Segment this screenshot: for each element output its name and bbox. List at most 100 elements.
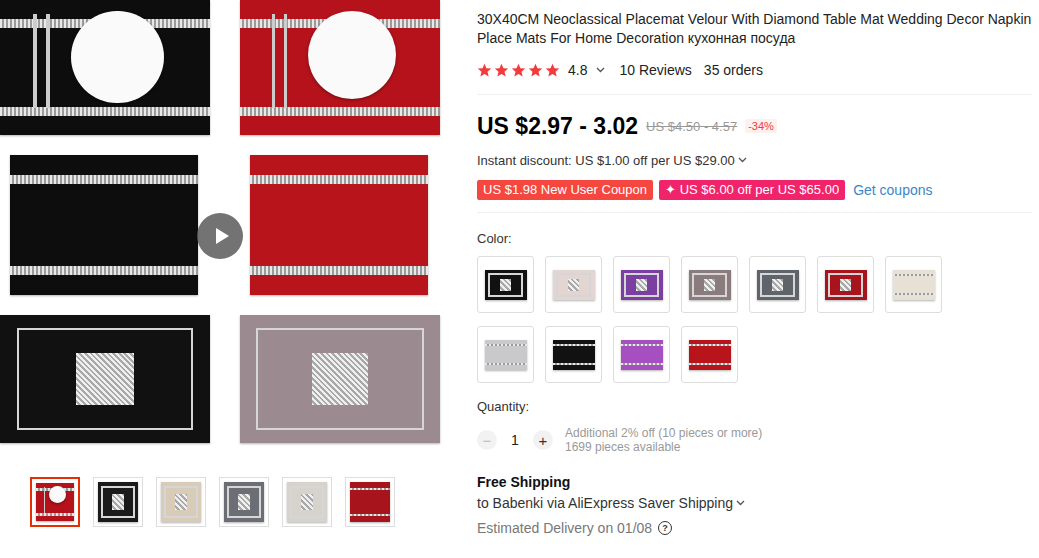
- rhinestone-band: [350, 488, 390, 491]
- color-swatch[interactable]: [477, 326, 534, 383]
- rhinestone-band: [893, 293, 935, 295]
- main-image[interactable]: [0, 0, 440, 450]
- rhinestone-square: [500, 279, 512, 291]
- placemat: [485, 340, 527, 370]
- delivery-estimate: Estimated Delivery on 01/08 ?: [477, 519, 1032, 537]
- rhinestone-band: [485, 363, 527, 365]
- rhinestone-band: [250, 175, 428, 185]
- color-label: Color:: [477, 231, 1032, 247]
- get-coupons-link[interactable]: Get coupons: [853, 182, 932, 198]
- gallery: [0, 0, 440, 558]
- thumbnail[interactable]: [30, 477, 80, 527]
- placemat: [825, 270, 867, 300]
- thumbnail[interactable]: [156, 477, 206, 527]
- placemat: [36, 483, 74, 521]
- instant-discount[interactable]: Instant discount: US $1.00 off per US $2…: [477, 152, 1032, 168]
- rhinestone-band: [621, 363, 663, 365]
- placemat: [0, 315, 210, 443]
- cutlery: [29, 14, 54, 109]
- star-icon: [528, 63, 543, 78]
- rhinestone-band: [36, 513, 74, 516]
- star-icon: [545, 63, 560, 78]
- plate: [308, 11, 396, 99]
- help-icon[interactable]: ?: [658, 521, 672, 535]
- rhinestone-square: [772, 279, 784, 291]
- color-swatch[interactable]: [545, 326, 602, 383]
- color-swatch[interactable]: [885, 256, 942, 313]
- placemat: [350, 482, 390, 522]
- plate: [49, 486, 66, 503]
- chevron-down-icon: [736, 500, 745, 506]
- placemat: [250, 155, 428, 295]
- thumbnail[interactable]: [282, 477, 332, 527]
- color-options: [477, 256, 1032, 383]
- rhinestone-band: [0, 107, 210, 116]
- rhinestone-band: [689, 363, 731, 365]
- color-swatch[interactable]: [545, 256, 602, 313]
- rhinestone-band: [350, 514, 390, 517]
- play-button[interactable]: [197, 213, 243, 259]
- placemat: [10, 155, 198, 295]
- rhinestone-square: [175, 494, 186, 510]
- shipping-route[interactable]: to Babenki via AliExpress Saver Shipping: [477, 494, 1032, 512]
- rating-row: 4.8 10 Reviews 35 orders: [477, 60, 1032, 95]
- placemat: [893, 270, 935, 300]
- rhinestone-square: [840, 279, 852, 291]
- color-swatch[interactable]: [477, 256, 534, 313]
- gallery-panel: [0, 315, 210, 443]
- placemat: [553, 340, 595, 370]
- thumbnail[interactable]: [93, 477, 143, 527]
- rhinestone-band: [10, 175, 198, 185]
- product-title: 30X40CM Neoclassical Placemat Velour Wit…: [477, 10, 1032, 48]
- product-page: 30X40CM Neoclassical Placemat Velour Wit…: [0, 0, 1039, 558]
- orders-count: 35 orders: [704, 62, 763, 78]
- star-icon: [511, 63, 526, 78]
- shipping-title: Free Shipping: [477, 473, 1032, 491]
- decrease-button[interactable]: −: [477, 430, 497, 450]
- color-swatch[interactable]: [613, 326, 670, 383]
- placemat: [689, 340, 731, 370]
- placemat: [757, 270, 799, 300]
- thumbnail[interactable]: [219, 477, 269, 527]
- color-swatch[interactable]: [817, 256, 874, 313]
- rhinestone-square: [568, 279, 580, 291]
- coupon-tag[interactable]: ✦ US $6.00 off per US $65.00: [659, 180, 845, 200]
- rhinestone-band: [240, 107, 440, 116]
- discount-badge: -34%: [745, 119, 777, 133]
- rhinestone-band: [250, 266, 428, 276]
- placemat: [621, 340, 663, 370]
- rating-score[interactable]: 4.8: [568, 62, 587, 78]
- rhinestone-band: [689, 344, 731, 346]
- bulk-discount-note: Additional 2% off (10 pieces or more): [565, 426, 762, 440]
- chevron-down-icon: [596, 67, 605, 73]
- rhinestone-band: [621, 344, 663, 346]
- gallery-panel: [240, 155, 440, 295]
- rhinestone-square: [301, 494, 312, 510]
- quantity-value[interactable]: 1: [497, 432, 533, 448]
- color-swatch[interactable]: [681, 326, 738, 383]
- thumbnail-strip: [0, 477, 440, 527]
- placemat: [553, 270, 595, 300]
- increase-button[interactable]: +: [533, 430, 553, 450]
- rhinestone-band: [10, 266, 198, 276]
- rhinestone-square: [76, 353, 135, 404]
- product-info: 30X40CM Neoclassical Placemat Velour Wit…: [477, 0, 1032, 558]
- placemat: [689, 270, 731, 300]
- placemat: [161, 482, 201, 522]
- rhinestone-square: [312, 353, 368, 404]
- color-swatch[interactable]: [613, 256, 670, 313]
- coupon-tag[interactable]: US $1.98 New User Coupon: [477, 180, 653, 200]
- rhinestone-square: [636, 279, 648, 291]
- rhinestone-band: [553, 344, 595, 346]
- star-icon: [494, 63, 509, 78]
- color-swatch[interactable]: [681, 256, 738, 313]
- reviews-count[interactable]: 10 Reviews: [619, 62, 691, 78]
- placemat: [98, 482, 138, 522]
- current-price: US $2.97 - 3.02: [477, 113, 638, 140]
- thumbnail[interactable]: [345, 477, 395, 527]
- placemat: [240, 0, 440, 135]
- color-swatch[interactable]: [749, 256, 806, 313]
- placemat: [287, 482, 327, 522]
- rhinestone-band: [893, 274, 935, 276]
- rhinestone-square: [112, 494, 123, 510]
